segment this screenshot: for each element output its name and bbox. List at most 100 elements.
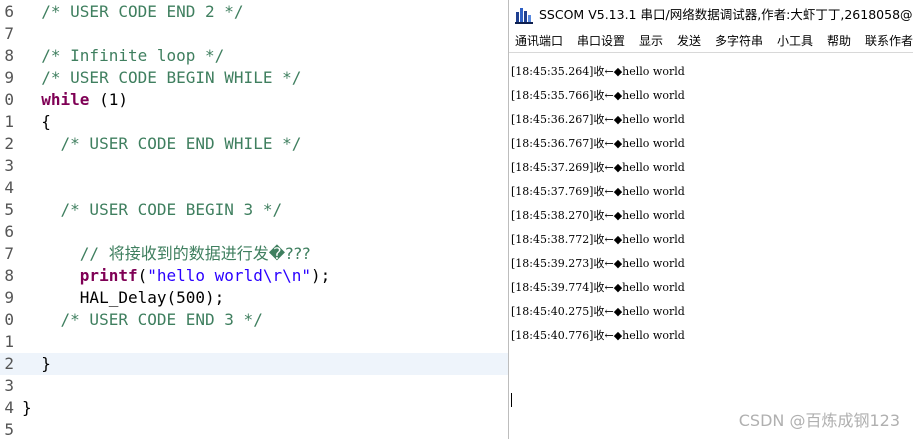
code-text: printf("hello world\r\n");	[22, 265, 330, 287]
code-token: (1)	[89, 90, 128, 109]
sscom-app-icon	[515, 8, 533, 24]
code-line[interactable]: 2 }	[0, 353, 508, 375]
code-line[interactable]: 0 while (1)	[0, 89, 508, 111]
receive-area[interactable]: [18:45:35.264]收←◆hello world [18:45:35.76…	[509, 53, 913, 439]
received-line: [18:45:39.774]收←◆hello world	[511, 281, 685, 294]
watermark: CSDN @百炼成钢123	[738, 411, 900, 430]
code-token: }	[22, 354, 51, 373]
code-text: while (1)	[22, 89, 128, 111]
line-number: 5	[4, 420, 14, 439]
line-number: 1	[4, 332, 14, 351]
line-number: 0	[4, 90, 14, 109]
code-token: printf	[79, 266, 138, 285]
window-title: SSCOM V5.13.1 串口/网络数据调试器,作者:大虾丁丁,2618058…	[539, 7, 913, 22]
line-number: 6	[4, 2, 14, 21]
code-line[interactable]: 4}	[0, 397, 508, 419]
code-token: /* USER CODE END WHILE */	[22, 134, 302, 153]
code-line[interactable]: 4	[0, 177, 508, 199]
line-number: 7	[4, 24, 14, 43]
code-token: 将接收到的数据进行发�???	[108, 244, 311, 263]
code-line[interactable]: 5 /* USER CODE BEGIN 3 */	[0, 199, 508, 221]
menu-item[interactable]: 帮助	[827, 30, 851, 52]
code-token: //	[22, 244, 109, 263]
code-token: }	[22, 398, 32, 417]
code-token: );	[311, 266, 331, 285]
code-line[interactable]: 3	[0, 375, 508, 397]
line-number: 9	[4, 68, 14, 87]
received-line: [18:45:38.772]收←◆hello world	[511, 233, 685, 246]
received-line: [18:45:40.275]收←◆hello world	[511, 305, 685, 318]
received-line: [18:45:35.766]收←◆hello world	[511, 89, 685, 102]
line-number: 3	[4, 156, 14, 175]
received-line: [18:45:37.769]收←◆hello world	[511, 185, 685, 198]
code-token: {	[22, 112, 51, 131]
code-token: /* Infinite loop */	[22, 46, 225, 65]
received-line: [18:45:36.267]收←◆hello world	[511, 113, 685, 126]
code-token: (	[137, 266, 148, 285]
received-line: [18:45:40.776]收←◆hello world	[511, 329, 685, 342]
code-line[interactable]: 8 printf("hello world\r\n");	[0, 265, 508, 287]
menu-item[interactable]: 显示	[639, 30, 663, 52]
code-line[interactable]: 3	[0, 155, 508, 177]
code-text: /* USER CODE BEGIN 3 */	[22, 199, 283, 221]
code-text: // 将接收到的数据进行发�???	[22, 243, 311, 265]
code-token: while	[41, 90, 90, 109]
code-line[interactable]: 7	[0, 23, 508, 45]
sscom-window: SSCOM V5.13.1 串口/网络数据调试器,作者:大虾丁丁,2618058…	[508, 0, 913, 439]
received-line: [18:45:38.270]收←◆hello world	[511, 209, 685, 222]
code-text: /* USER CODE END 2 */	[22, 1, 244, 23]
line-number: 2	[4, 134, 14, 153]
code-token: "hello world\r\n"	[147, 266, 311, 285]
code-token: /* USER CODE BEGIN WHILE */	[22, 68, 302, 87]
code-text: /* USER CODE END 3 */	[22, 309, 263, 331]
code-line[interactable]: 1 {	[0, 111, 508, 133]
code-line[interactable]: 9 HAL_Delay(500);	[0, 287, 508, 309]
code-line[interactable]: 6	[0, 221, 508, 243]
menu-item[interactable]: 多字符串	[715, 30, 763, 52]
title-bar[interactable]: SSCOM V5.13.1 串口/网络数据调试器,作者:大虾丁丁,2618058…	[509, 0, 913, 30]
code-text: /* USER CODE BEGIN WHILE */	[22, 67, 301, 89]
code-editor[interactable]: 6 /* USER CODE END 2 */7 8 /* Infinite lo…	[0, 0, 508, 439]
code-line[interactable]: 6 /* USER CODE END 2 */	[0, 1, 508, 23]
code-line[interactable]: 8 /* Infinite loop */	[0, 45, 508, 67]
code-text: }	[22, 353, 51, 375]
line-number: 3	[4, 376, 14, 395]
line-number: 0	[4, 310, 14, 329]
menu-item[interactable]: 发送	[677, 30, 701, 52]
menu-item[interactable]: 串口设置	[577, 30, 625, 52]
code-line[interactable]: 2 /* USER CODE END WHILE */	[0, 133, 508, 155]
received-line: [18:45:35.264]收←◆hello world	[511, 65, 685, 78]
line-number: 6	[4, 222, 14, 241]
code-text: /* Infinite loop */	[22, 45, 224, 67]
menu-bar: 通讯端口 串口设置 显示 发送 多字符串 小工具 帮助 联系作者	[509, 30, 913, 53]
code-text: {	[22, 111, 51, 133]
line-number: 5	[4, 200, 14, 219]
code-line[interactable]: 0 /* USER CODE END 3 */	[0, 309, 508, 331]
line-number: 4	[4, 398, 14, 417]
menu-item[interactable]: 联系作者	[865, 30, 913, 52]
menu-item[interactable]: 通讯端口	[515, 30, 563, 52]
line-number: 8	[4, 266, 14, 285]
code-token: /* USER CODE END 2 */	[22, 2, 244, 21]
line-number: 2	[4, 354, 14, 373]
code-line[interactable]: 5	[0, 419, 508, 439]
received-line: [18:45:37.269]收←◆hello world	[511, 161, 685, 174]
line-number: 1	[4, 112, 14, 131]
code-token: HAL_Delay(500);	[22, 288, 225, 307]
code-text: /* USER CODE END WHILE */	[22, 133, 302, 155]
code-line[interactable]: 7 // 将接收到的数据进行发�???	[0, 243, 508, 265]
received-line: [18:45:39.273]收←◆hello world	[511, 257, 685, 270]
line-number: 4	[4, 178, 14, 197]
code-line[interactable]: 9 /* USER CODE BEGIN WHILE */	[0, 67, 508, 89]
line-number: 9	[4, 288, 14, 307]
code-text: HAL_Delay(500);	[22, 287, 225, 309]
code-line[interactable]: 1	[0, 331, 508, 353]
text-caret	[511, 393, 512, 407]
menu-item[interactable]: 小工具	[777, 30, 813, 52]
code-token: /* USER CODE END 3 */	[22, 310, 263, 329]
line-number: 7	[4, 244, 14, 263]
received-line: [18:45:36.767]收←◆hello world	[511, 137, 685, 150]
code-token: /* USER CODE BEGIN 3 */	[22, 200, 283, 219]
